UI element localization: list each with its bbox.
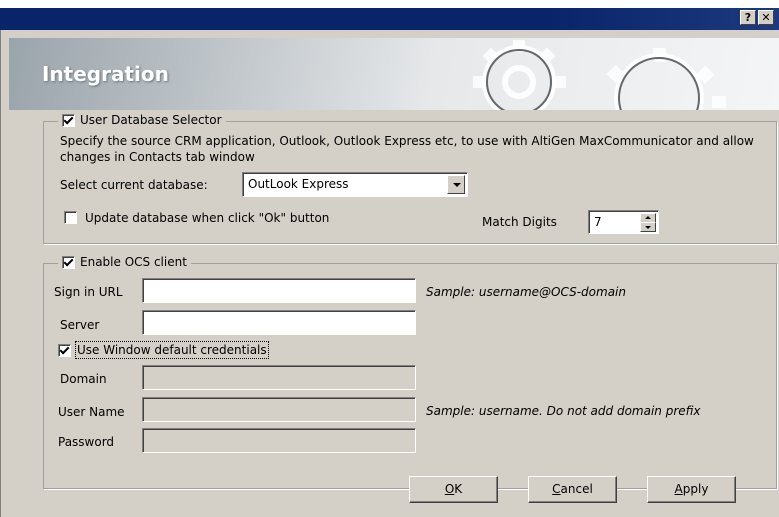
- password-input[interactable]: [142, 428, 416, 453]
- arrow-up-icon: [645, 216, 651, 219]
- server-input[interactable]: [142, 310, 416, 335]
- user-name-input[interactable]: [142, 397, 416, 422]
- user-database-description: Specify the source CRM application, Outl…: [60, 134, 754, 164]
- select-database-label: Select current database:: [60, 178, 208, 192]
- user-database-checkbox[interactable]: [62, 113, 75, 127]
- match-digits-value: 7: [594, 215, 602, 229]
- arrow-down-icon: [645, 226, 651, 229]
- ocs-client-legend: Enable OCS client: [58, 255, 191, 269]
- ocs-client-checkbox[interactable]: [62, 255, 75, 269]
- apply-mnemonic: A: [674, 482, 683, 496]
- cancel-mnemonic: C: [552, 482, 561, 496]
- user-database-legend: User Database Selector: [58, 113, 226, 127]
- password-label: Password: [58, 435, 115, 449]
- chevron-down-icon: [453, 183, 461, 187]
- title-bar[interactable]: ? ✕: [0, 8, 779, 30]
- user-database-label[interactable]: User Database Selector: [80, 113, 222, 127]
- cancel-button[interactable]: Cancel: [528, 476, 617, 503]
- update-database-label[interactable]: Update database when click "Ok" button: [85, 211, 329, 225]
- ok-button[interactable]: OK: [409, 476, 498, 503]
- integration-banner: Integration: [9, 38, 779, 110]
- user-name-label: User Name: [58, 405, 125, 419]
- banner-title: Integration: [42, 62, 169, 86]
- dropdown-button[interactable]: [447, 175, 465, 194]
- sign-in-url-sample: Sample: username@OCS-domain: [426, 285, 626, 299]
- match-digits-label: Match Digits: [482, 215, 557, 229]
- default-credentials-checkbox[interactable]: [58, 344, 71, 357]
- gears-icon: [473, 40, 726, 110]
- match-digits-spinner[interactable]: 7: [588, 210, 659, 234]
- default-credentials-label[interactable]: Use Window default credentials: [75, 341, 269, 359]
- ocs-client-group: Enable OCS client Sign in URL Sample: us…: [43, 255, 777, 489]
- domain-input[interactable]: [142, 365, 416, 390]
- spin-down-button[interactable]: [640, 222, 656, 232]
- sign-in-url-label: Sign in URL: [54, 285, 123, 299]
- cancel-label-rest: ancel: [560, 482, 593, 496]
- ocs-client-label[interactable]: Enable OCS client: [80, 255, 187, 269]
- apply-button[interactable]: Apply: [647, 476, 736, 503]
- database-select-value: OutLook Express: [248, 177, 349, 191]
- ok-mnemonic: O: [444, 482, 455, 496]
- ok-label-rest: K: [454, 482, 463, 496]
- server-label: Server: [60, 318, 100, 332]
- close-button[interactable]: ✕: [758, 10, 774, 25]
- apply-label-rest: pply: [682, 482, 709, 496]
- sign-in-url-input[interactable]: [142, 278, 416, 303]
- user-database-group: User Database Selector Specify the sourc…: [43, 113, 777, 244]
- user-name-sample: Sample: username. Do not add domain pref…: [426, 404, 701, 418]
- dialog: Integration User Database Selector Speci…: [0, 30, 779, 517]
- domain-label: Domain: [60, 372, 107, 386]
- database-select[interactable]: OutLook Express: [242, 172, 468, 197]
- help-button[interactable]: ?: [740, 10, 756, 25]
- update-database-checkbox[interactable]: [64, 211, 77, 224]
